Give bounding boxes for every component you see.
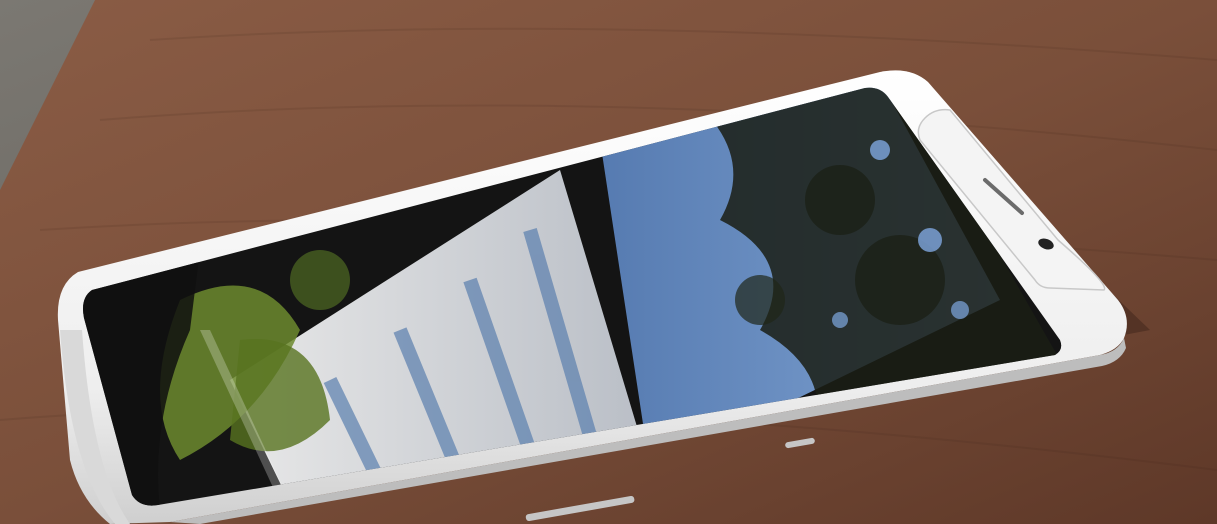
photo-scene: [0, 0, 1217, 524]
phone-photo: [0, 0, 1217, 524]
